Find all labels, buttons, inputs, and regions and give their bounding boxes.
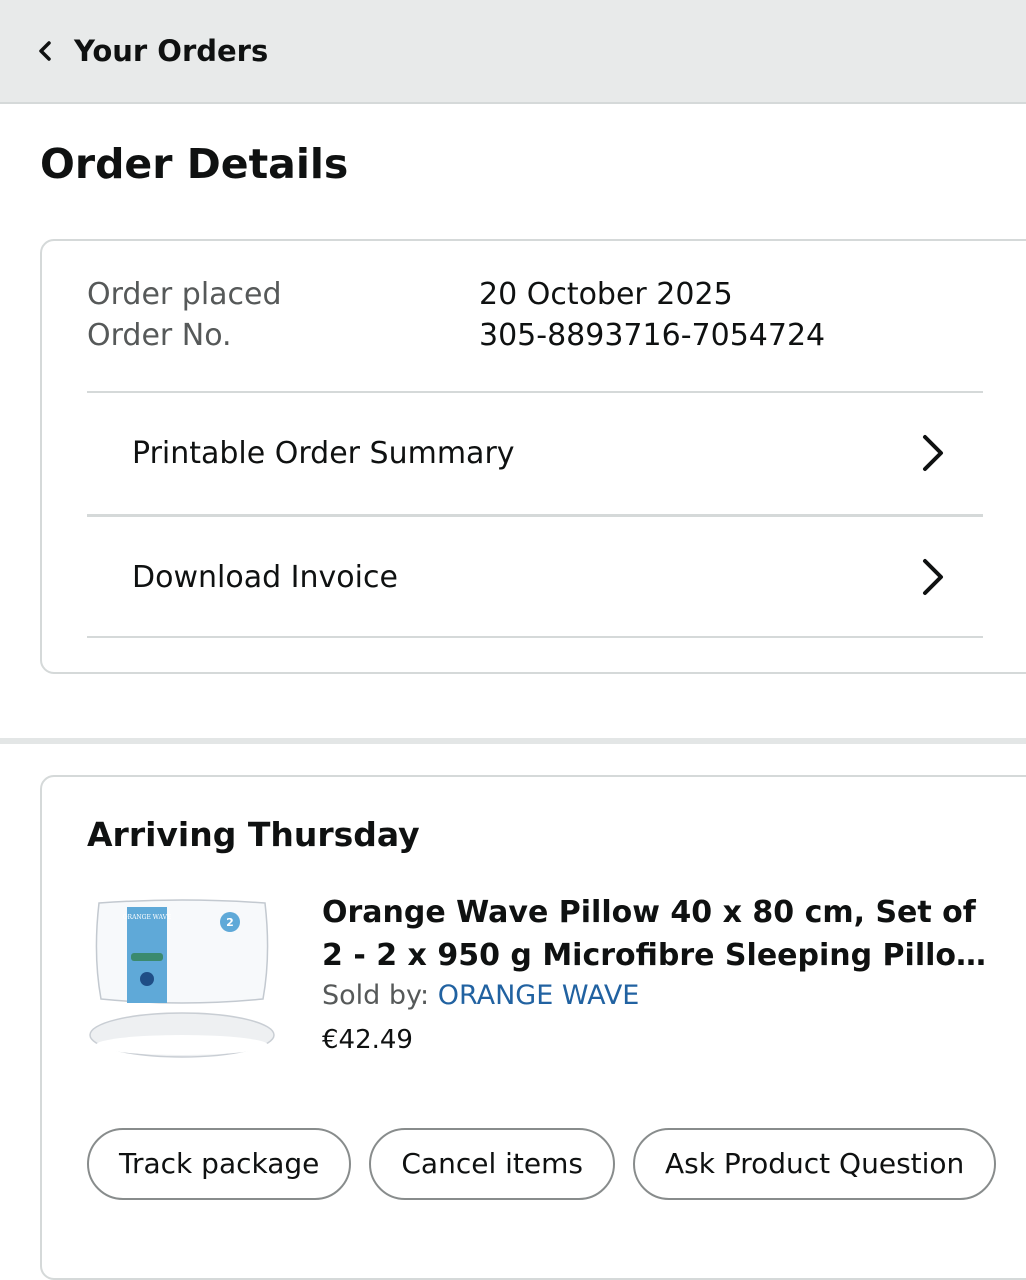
top-bar: Your Orders	[0, 0, 1026, 104]
action-buttons-row[interactable]: Track package Cancel items Ask Product Que…	[87, 1128, 997, 1202]
order-number-label: Order No.	[87, 318, 232, 353]
chevron-left-icon	[39, 41, 51, 61]
sold-by-label: Sold by:	[322, 980, 438, 1011]
shipment-card: Arriving Thursday ORANGE WAVE 2 Orange W…	[40, 775, 1026, 1280]
order-number-value: 305-8893716-7054724	[479, 318, 826, 353]
chevron-right-icon	[923, 435, 943, 471]
link-label: Printable Order Summary	[132, 435, 515, 471]
back-label: Your Orders	[74, 34, 269, 68]
product-image-brand: ORANGE WAVE	[123, 914, 172, 921]
order-placed-row: Order placed 20 October 2025	[87, 277, 733, 312]
order-placed-label: Order placed	[87, 277, 282, 312]
page-title: Order Details	[40, 140, 349, 188]
seller-link[interactable]: ORANGE WAVE	[438, 980, 640, 1011]
delivery-status: Arriving Thursday	[87, 815, 420, 854]
divider	[87, 636, 983, 638]
order-number-row: Order No. 305-8893716-7054724	[87, 318, 825, 353]
sold-by: Sold by: ORANGE WAVE	[322, 980, 639, 1011]
order-info-card: Order placed 20 October 2025 Order No. 3…	[40, 239, 1026, 674]
product-image-badge: 2	[226, 916, 234, 929]
product-price: €42.49	[322, 1025, 413, 1055]
track-package-button[interactable]: Track package	[87, 1128, 352, 1200]
download-invoice-link[interactable]: Download Invoice	[87, 517, 983, 637]
back-to-orders-button[interactable]: Your Orders	[0, 0, 268, 102]
section-separator	[0, 738, 1026, 744]
product-image[interactable]: ORANGE WAVE 2	[87, 895, 277, 1070]
link-label: Download Invoice	[132, 559, 398, 595]
product-title-link[interactable]: Orange Wave Pillow 40 x 80 cm, Set of 2 …	[322, 891, 1002, 977]
printable-order-summary-link[interactable]: Printable Order Summary	[87, 393, 983, 513]
cancel-items-button[interactable]: Cancel items	[369, 1128, 615, 1200]
ask-product-question-button[interactable]: Ask Product Question	[632, 1128, 997, 1200]
chevron-right-icon	[923, 559, 943, 595]
order-placed-value: 20 October 2025	[479, 277, 733, 312]
